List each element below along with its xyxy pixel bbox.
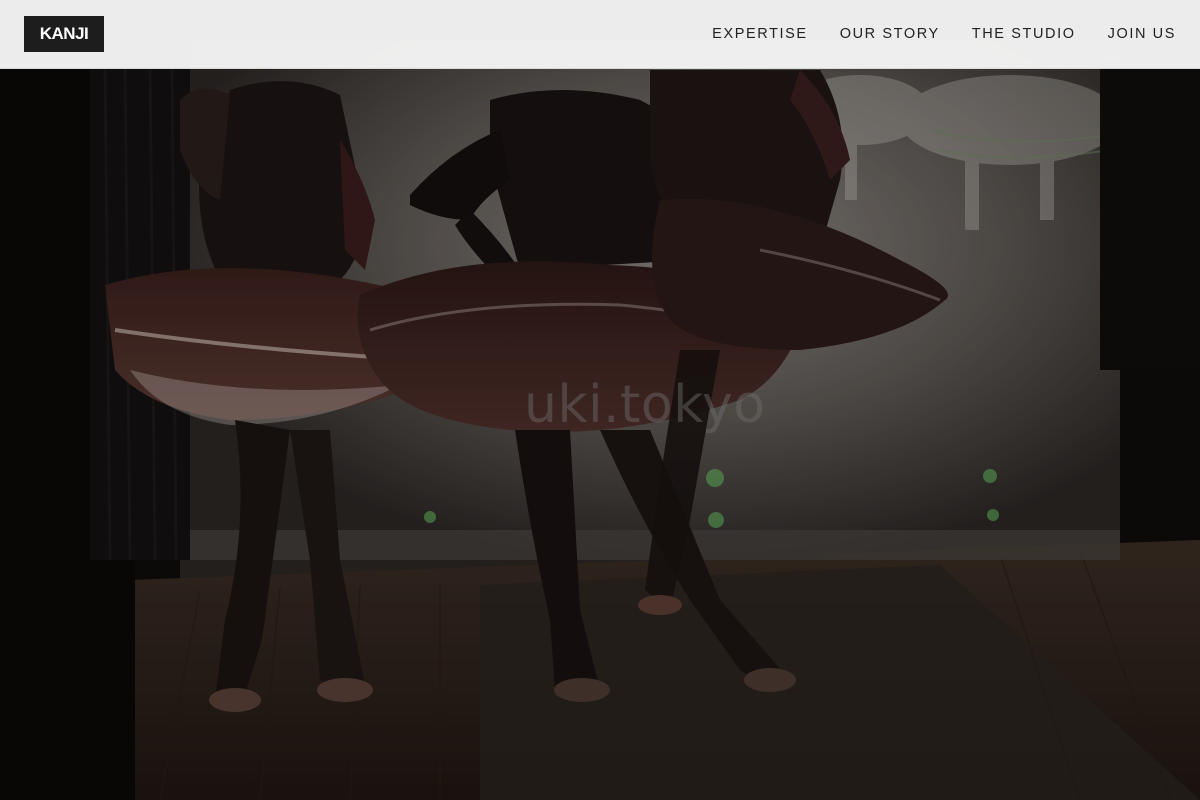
nav-item-our-story[interactable]: OUR STORY: [840, 0, 940, 69]
nav-item-join-us[interactable]: JOIN US: [1108, 0, 1176, 69]
hero-photo: [0, 0, 1200, 800]
main-nav: EXPERTISE OUR STORY THE STUDIO JOIN US: [712, 0, 1176, 69]
nav-item-the-studio[interactable]: THE STUDIO: [972, 0, 1076, 69]
nav-item-expertise[interactable]: EXPERTISE: [712, 0, 808, 69]
site-header: KANJI EXPERTISE OUR STORY THE STUDIO JOI…: [0, 0, 1200, 69]
hero-illustration: [0, 0, 1200, 800]
brand-logo[interactable]: KANJI: [24, 16, 104, 52]
